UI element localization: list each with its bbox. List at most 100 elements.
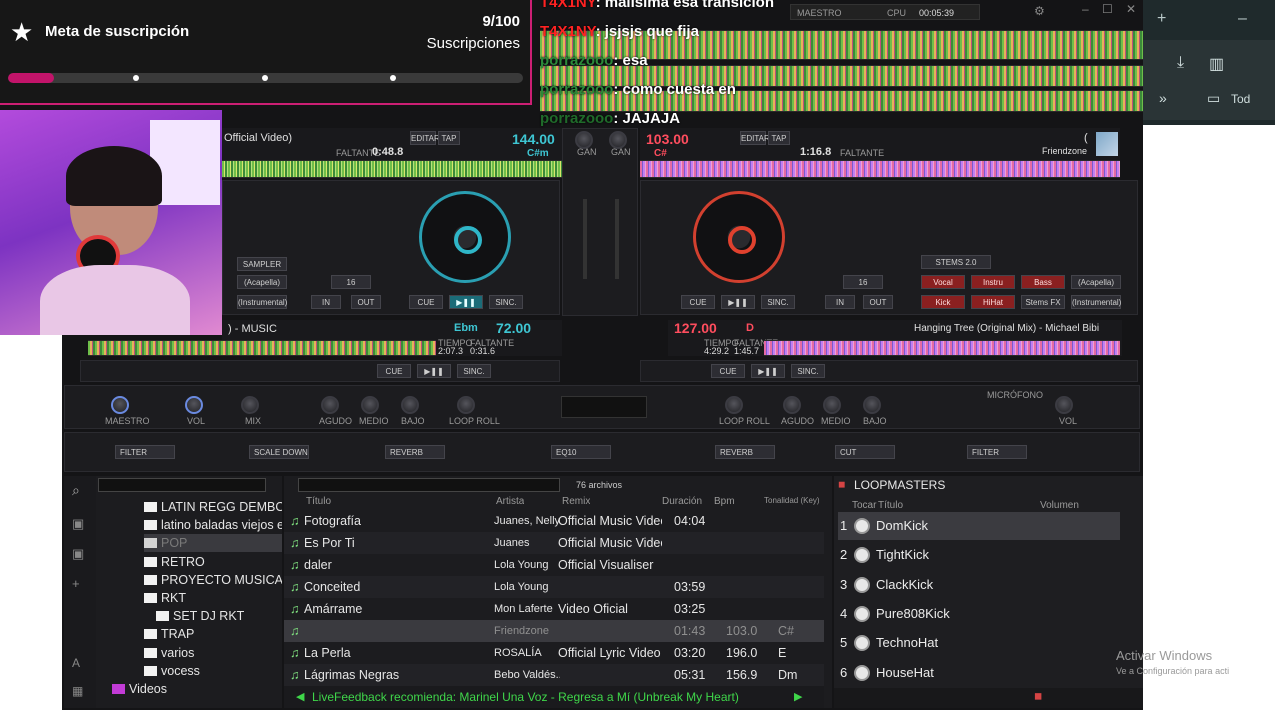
image-icon[interactable]: ▦ — [72, 684, 83, 698]
tree-search-input[interactable] — [98, 478, 266, 492]
stem-fx-button[interactable]: Stems FX — [1021, 295, 1065, 309]
bookmark-folder-label[interactable]: Tod — [1231, 92, 1250, 106]
col-artist[interactable]: Artista — [496, 496, 524, 507]
download-icon[interactable]: ⤓ — [1177, 54, 1184, 72]
minimize-browser-icon[interactable]: – — [1238, 10, 1247, 28]
loop-sample-row[interactable]: 2 TightKick — [838, 541, 1120, 569]
col-key[interactable]: Tonalidad (Key) — [764, 496, 820, 505]
deck-c-cue-button[interactable]: CUE — [377, 364, 411, 378]
fx-select-6[interactable]: FILTER — [967, 445, 1027, 459]
loop-sample-row[interactable]: 1 DomKick — [838, 512, 1120, 540]
tree-item[interactable]: vocess — [144, 662, 282, 680]
maximize-icon[interactable]: ☐ — [1102, 2, 1113, 16]
deck-a-out-button[interactable]: OUT — [351, 295, 381, 309]
bookmark-folder-icon[interactable]: ▭ — [1207, 90, 1220, 107]
col-title[interactable]: Título — [306, 496, 331, 507]
deck-a-sync-button[interactable]: SINC. — [489, 295, 523, 309]
deck-d-waveform[interactable] — [764, 340, 1120, 356]
gain-knob-b[interactable] — [609, 131, 627, 149]
eq-high-a-knob[interactable] — [321, 396, 339, 414]
search-icon[interactable]: ⌕ — [72, 482, 80, 499]
deck-b-cue-button[interactable]: CUE — [681, 295, 715, 309]
deck-b-in-button[interactable]: IN — [825, 295, 855, 309]
loop-roll-a-knob[interactable] — [457, 396, 475, 414]
fx-select-3[interactable]: REVERB — [385, 445, 445, 459]
loop-sample-row[interactable]: 6 HouseHat — [838, 659, 1120, 687]
eq-select[interactable]: EQ10 — [551, 445, 611, 459]
deck-b-loop-size[interactable]: 16 — [843, 275, 883, 289]
col-remix[interactable]: Remix — [562, 496, 590, 507]
deck-a-loop-size[interactable]: 16 — [331, 275, 371, 289]
deck-a-tap-button[interactable]: TAP — [438, 131, 460, 145]
stem-instrumental-button[interactable]: (Instrumental) — [1071, 295, 1121, 309]
col-duration[interactable]: Duración — [662, 496, 702, 507]
deck-a-acapella-button[interactable]: (Acapella) — [237, 275, 287, 289]
drum-icon[interactable] — [854, 518, 870, 534]
fx-select-2[interactable]: SCALE DOWN — [249, 445, 309, 459]
tree-item[interactable]: latino baladas viejos etc — [144, 516, 282, 534]
deck-d-sync-button[interactable]: SINC. — [791, 364, 825, 378]
fx-select-4[interactable]: REVERB — [715, 445, 775, 459]
track-row[interactable]: ♫ Lágrimas Negras Bebo Valdés... 05:31 156.9… — [284, 664, 824, 686]
settings-gear-icon[interactable]: ⚙ — [1034, 4, 1052, 20]
tree-item[interactable]: RKT — [144, 589, 282, 607]
stem-bass-button[interactable]: Bass — [1021, 275, 1065, 289]
sidebar-icon[interactable]: ▥ — [1209, 54, 1224, 74]
deck-c-waveform[interactable] — [88, 340, 436, 356]
drum-icon[interactable] — [854, 547, 870, 564]
tree-item[interactable]: RETRO — [144, 553, 282, 571]
folder-icon[interactable]: ▣ — [72, 516, 84, 532]
fx-select-5[interactable]: CUT — [835, 445, 895, 459]
deck-b-stems-select[interactable]: STEMS 2.0 — [921, 255, 991, 269]
deck-c-play-button[interactable]: ▶❚❚ — [417, 364, 451, 378]
mic-vol-knob[interactable] — [1055, 396, 1073, 414]
track-row[interactable]: ♫ Friendzone 01:43 103.0 C# — [284, 620, 824, 642]
tree-item[interactable]: SET DJ RKT — [156, 607, 282, 625]
folder-icon-2[interactable]: ▣ — [72, 546, 84, 562]
drum-icon[interactable] — [854, 635, 870, 652]
col-bpm[interactable]: Bpm — [714, 496, 735, 507]
deck-b-play-button[interactable]: ▶❚❚ — [721, 295, 755, 309]
tree-item[interactable]: varios — [144, 644, 282, 662]
stem-acapella-button[interactable]: (Acapella) — [1071, 275, 1121, 289]
volume-fader-b[interactable] — [615, 199, 619, 279]
deck-b-sync-button[interactable]: SINC. — [761, 295, 795, 309]
stem-instru-button[interactable]: Instru — [971, 275, 1015, 289]
deck-d-play-button[interactable]: ▶❚❚ — [751, 364, 785, 378]
track-row[interactable]: ♫ Es Por Ti Juanes Official Music Video — [284, 532, 824, 554]
deck-b-waveform[interactable] — [640, 160, 1120, 178]
loop-sample-row[interactable]: 4 Pure808Kick — [838, 600, 1120, 628]
drum-icon[interactable] — [854, 664, 870, 681]
font-size-icon[interactable]: A — [72, 656, 80, 670]
eq-low-a-knob[interactable] — [401, 396, 419, 414]
mix-knob[interactable] — [241, 396, 259, 414]
stem-vocal-button[interactable]: Vocal — [921, 275, 965, 289]
deck-a-sampler-button[interactable]: SAMPLER — [237, 257, 287, 271]
deck-a-in-button[interactable]: IN — [311, 295, 341, 309]
right-arrow-icon[interactable]: ▶ — [794, 690, 802, 703]
deck-c-sync-button[interactable]: SINC. — [457, 364, 491, 378]
drum-icon[interactable] — [854, 576, 870, 593]
deck-b-tap-button[interactable]: TAP — [768, 131, 790, 145]
fx-select-1[interactable]: FILTER — [115, 445, 175, 459]
track-row[interactable]: ♫ La Perla ROSALÍA Official Lyric Video 03:2… — [284, 642, 824, 664]
tree-item[interactable]: TRAP — [144, 625, 282, 643]
new-tab-icon[interactable]: + — [1157, 10, 1166, 28]
loop-roll-b-knob[interactable] — [725, 396, 743, 414]
tree-item[interactable]: POP — [144, 534, 282, 553]
eq-low-b-knob[interactable] — [863, 396, 881, 414]
deck-b-out-button[interactable]: OUT — [863, 295, 893, 309]
add-icon[interactable]: + — [72, 576, 80, 591]
search-input[interactable] — [298, 478, 560, 492]
record-icon[interactable]: ◼ — [1034, 691, 1042, 702]
loop-sample-row[interactable]: 5 TechnoHat — [838, 629, 1120, 657]
close-icon[interactable]: ✕ — [1126, 2, 1136, 16]
deck-a-jog-wheel[interactable] — [419, 191, 511, 283]
track-row[interactable]: ♫ Fotografía Juanes, Nelly...Official Musi… — [284, 510, 824, 532]
stem-kick-button[interactable]: Kick — [921, 295, 965, 309]
track-row[interactable]: ♫ Conceited Lola Young 03:59 — [284, 576, 824, 598]
deck-a-instrumental-button[interactable]: (Instrumental) — [237, 295, 287, 309]
vol-knob[interactable] — [185, 396, 203, 414]
deck-a-edit-button[interactable]: EDITAR — [410, 131, 440, 145]
eq-mid-b-knob[interactable] — [823, 396, 841, 414]
